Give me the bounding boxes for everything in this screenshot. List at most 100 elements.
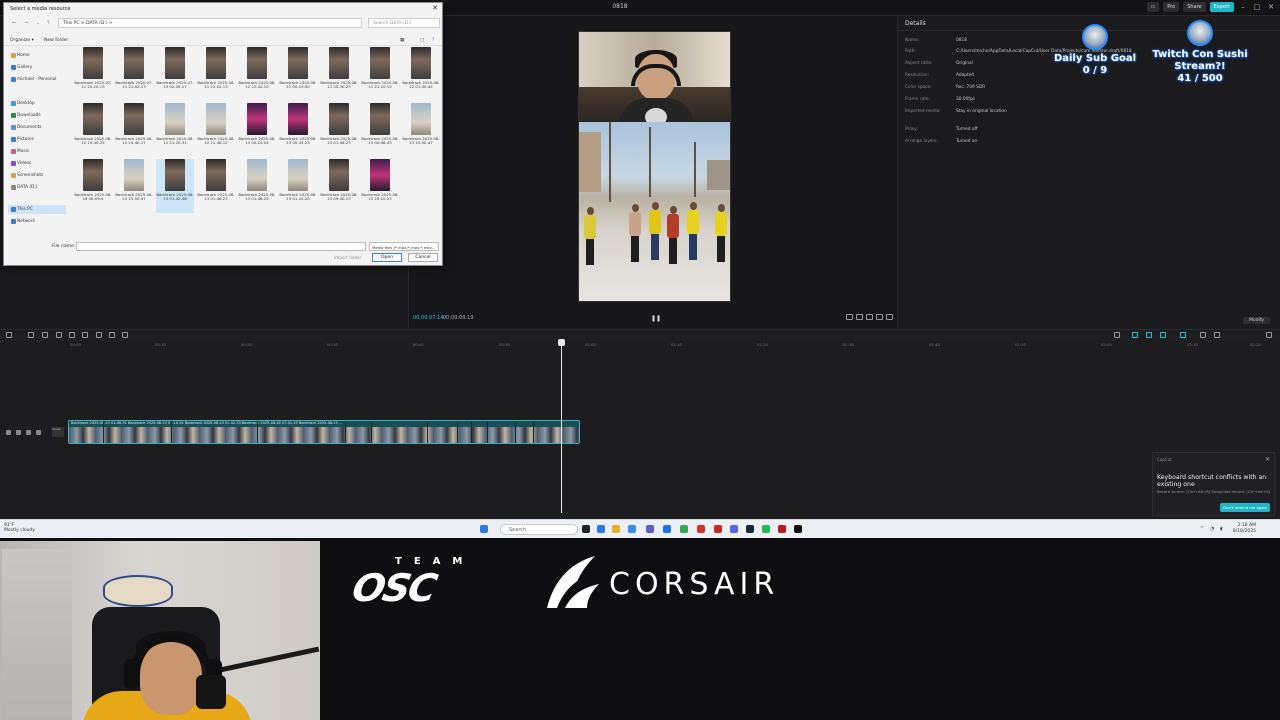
- app-icon[interactable]: [778, 525, 786, 533]
- crop-icon[interactable]: [846, 314, 853, 320]
- zoom-in-icon[interactable]: [1266, 332, 1272, 338]
- maximize-icon[interactable]: □: [1252, 3, 1262, 11]
- forward-icon[interactable]: →: [24, 20, 28, 26]
- file-item[interactable]: Backtrack 2025-08-11 00-19-00: [279, 47, 317, 101]
- file-item[interactable]: Backtrack 2025-08-18 00-09-4: [74, 159, 112, 213]
- teams-icon[interactable]: [646, 525, 654, 533]
- spotify-icon[interactable]: [762, 525, 770, 533]
- snap-icon[interactable]: [1160, 332, 1166, 338]
- preview-axis-icon[interactable]: [1180, 332, 1186, 338]
- nav-item-this-pc[interactable]: This PC: [8, 205, 66, 214]
- file-item[interactable]: Backtrack 2025-08-13 01-46-23: [197, 159, 235, 213]
- crop-tool-icon[interactable]: [122, 332, 128, 338]
- file-item[interactable]: Backtrack 2025-08-12 19-40-27: [115, 103, 153, 157]
- fullscreen-icon[interactable]: [886, 314, 893, 320]
- up-icon[interactable]: ↑: [46, 20, 50, 26]
- file-item[interactable]: Backtrack 2025-08-11 22-02-13: [197, 47, 235, 101]
- import-folder-button[interactable]: Import folder: [334, 255, 361, 260]
- split-left-icon[interactable]: [69, 332, 75, 338]
- file-type-select[interactable]: Media files (*.mp4;*.mov;*.mkv...: [369, 242, 439, 251]
- edge-icon[interactable]: [597, 525, 605, 533]
- nav-item-data-drive[interactable]: DATA (D:): [8, 183, 66, 192]
- word-icon[interactable]: [663, 525, 671, 533]
- file-item[interactable]: Backtrack 2025-08-12 01-00-42: [402, 47, 440, 101]
- start-icon[interactable]: [480, 525, 488, 533]
- nav-item-home[interactable]: Home: [8, 51, 66, 60]
- file-item[interactable]: Backtrack 2025-08-13 01-46-29: [238, 159, 276, 213]
- pro-button[interactable]: Pro: [1163, 2, 1180, 12]
- file-item-selected[interactable]: Backtrack 2025-08-13 01-42-48: [156, 159, 194, 213]
- volume-icon[interactable]: ◖: [1220, 526, 1223, 532]
- file-item[interactable]: Backtrack 2025-07-11 21-02-13: [115, 47, 153, 101]
- hide-track-icon[interactable]: [16, 430, 21, 435]
- recent-icon[interactable]: ⌄: [36, 20, 40, 26]
- file-item[interactable]: Backtrack 2025-08-12 21-48-12: [197, 103, 235, 157]
- file-item[interactable]: Backtrack 2025-08-13 00-10-04: [238, 103, 276, 157]
- file-item[interactable]: Backtrack 2025-07-11 20-10-13: [74, 47, 112, 101]
- modify-button[interactable]: Modify: [1243, 317, 1270, 324]
- back-icon[interactable]: ←: [12, 20, 16, 26]
- chevron-up-icon[interactable]: ^: [1200, 526, 1204, 532]
- file-item[interactable]: Backtrack 2025-08-13 00-43-23: [279, 103, 317, 157]
- nav-item-screenshots[interactable]: Screenshots: [8, 171, 66, 180]
- file-item[interactable]: Backtrack 2025-08-13 01-10-20: [279, 159, 317, 213]
- link-icon[interactable]: [1132, 332, 1138, 338]
- file-item[interactable]: Backtrack 2025-08-13 15-50-47: [115, 159, 153, 213]
- lock-track-icon[interactable]: [6, 430, 11, 435]
- nav-item-videos[interactable]: Videos: [8, 159, 66, 168]
- split-icon[interactable]: [56, 332, 62, 338]
- time-ruler[interactable]: 00:00 00:10 00:20 00:30 00:40 00:50 01:0…: [0, 342, 1280, 350]
- discord-icon[interactable]: [730, 525, 738, 533]
- taskbar-search[interactable]: Search: [500, 524, 578, 535]
- quality-icon[interactable]: [876, 314, 883, 320]
- file-item[interactable]: Backtrack 2025-08-11 21-10-19: [361, 47, 399, 101]
- store-icon[interactable]: [628, 525, 636, 533]
- network-tray-icon[interactable]: ◔: [1210, 526, 1214, 532]
- steam-icon[interactable]: [746, 525, 754, 533]
- nav-item-desktop[interactable]: Desktop: [8, 99, 66, 108]
- nav-item-music[interactable]: Music: [8, 147, 66, 156]
- select-tool-icon[interactable]: [6, 332, 12, 338]
- explorer-icon[interactable]: [612, 525, 620, 533]
- address-bar[interactable]: This PC > DATA (D:) >: [58, 18, 362, 28]
- file-item[interactable]: Backtrack 2025-07-13 02-05-17: [156, 47, 194, 101]
- video-preview[interactable]: [578, 31, 731, 302]
- file-item[interactable]: Backtrack 2025-08-13 09-40-13: [320, 159, 358, 213]
- share-button[interactable]: Share: [1183, 2, 1206, 12]
- split-right-icon[interactable]: [82, 332, 88, 338]
- record-icon[interactable]: [714, 525, 722, 533]
- file-item[interactable]: Backtrack 2025-08-12 21-20-31: [156, 103, 194, 157]
- chrome-icon[interactable]: [680, 525, 688, 533]
- dialog-close-icon[interactable]: ✕: [432, 4, 438, 12]
- ratio-icon[interactable]: [856, 314, 863, 320]
- cancel-button[interactable]: Cancel: [408, 253, 438, 262]
- export-button[interactable]: Export: [1209, 2, 1234, 12]
- pause-icon[interactable]: ❚❚: [651, 315, 661, 322]
- nav-item-onedrive[interactable]: michael - Personal: [8, 75, 66, 84]
- organize-button[interactable]: Organize ▾: [10, 38, 34, 43]
- file-item[interactable]: Backtrack 2025-08-13 01-06-23: [320, 103, 358, 157]
- magnet-icon[interactable]: [1146, 332, 1152, 338]
- file-item[interactable]: Backtrack 2025-08-13 20-10-23: [361, 159, 399, 213]
- layout-button[interactable]: ▭: [1146, 2, 1160, 12]
- redo-icon[interactable]: [42, 332, 48, 338]
- file-item[interactable]: Backtrack 2025-08-12 22-42-10: [238, 47, 276, 101]
- obs-icon[interactable]: [697, 525, 705, 533]
- taskbar-clock[interactable]: 2:18 AM 8/18/2025: [1233, 523, 1256, 534]
- nav-item-pictures[interactable]: Pictures: [8, 135, 66, 144]
- toast-close-icon[interactable]: ✕: [1265, 456, 1270, 463]
- view-icon[interactable]: ▦: [400, 38, 404, 43]
- weather-widget[interactable]: 91°F Mostly cloudy: [4, 523, 35, 533]
- nav-item-downloads[interactable]: Downloads: [8, 111, 66, 120]
- nav-item-gallery[interactable]: Gallery: [8, 63, 66, 72]
- close-icon[interactable]: ✕: [1266, 3, 1276, 11]
- marker-icon[interactable]: [109, 332, 115, 338]
- playhead[interactable]: [558, 339, 565, 513]
- dont-remind-button[interactable]: Don't remind me again: [1220, 503, 1270, 512]
- new-folder-button[interactable]: New folder: [44, 38, 68, 43]
- preview-pane-icon[interactable]: ▢: [420, 38, 424, 43]
- fit-icon[interactable]: [866, 314, 873, 320]
- cover-button[interactable]: Cover: [52, 427, 64, 437]
- open-button[interactable]: Open: [372, 253, 402, 262]
- help-icon[interactable]: ?: [432, 38, 434, 43]
